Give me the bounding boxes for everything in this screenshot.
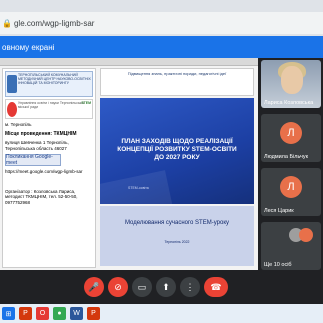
more-count: Ще 10 осіб (264, 262, 292, 268)
participant-name: Леся Царик (264, 208, 294, 214)
start-icon[interactable]: ⊞ (2, 307, 15, 320)
slide-top-text: Підвищення знань, практичні поради, педа… (100, 68, 254, 96)
url-text: gle.com/wgp-ligmb-sar (13, 18, 95, 28)
logo1-text: ТЕРНОПІЛЬСЬКИЙ КОМУНАЛЬНИЙ МЕТОДИЧНИЙ ЦЕ… (18, 73, 91, 85)
avatar: Л (280, 176, 302, 198)
more-participants-tile[interactable]: Ще 10 осіб (261, 222, 321, 270)
avatar: Л (280, 122, 302, 144)
address-text: вулиця Шевченка 1 Тернопіль, Тернопільсь… (5, 140, 69, 151)
participant-tile-kozlovska[interactable]: Лариса Козловська (261, 60, 321, 108)
camera-off-icon[interactable]: ⊘ (108, 277, 128, 297)
stem-plan-sub: STEM-освіта (128, 186, 149, 190)
chrome-icon[interactable]: ● (53, 307, 66, 320)
word-icon[interactable]: W (70, 307, 83, 320)
stem-plan-title: ПЛАН ЗАХОДІВ ЩОДО РЕАЛІЗАЦІЇ КОНЦЕПЦІЇ Р… (117, 138, 237, 161)
logo-mark-icon (7, 75, 17, 93)
banner-text: овному екрані (2, 42, 55, 52)
meet-url: https://meet.google.com/wgp-ligmb-sar (5, 169, 83, 174)
participant-tile-tsaryk[interactable]: Л Леся Царик (261, 168, 321, 216)
avatar-small (299, 228, 313, 242)
participant-name: Лариса Козловська (264, 100, 314, 106)
address-bar[interactable]: 🔒 gle.com/wgp-ligmb-sar (0, 12, 323, 34)
mic-off-icon[interactable]: 🎤 (84, 277, 104, 297)
lock-icon: 🔒 (2, 18, 12, 28)
stem-lesson-title: Моделювання сучасного STEM-уроку (124, 220, 230, 226)
end-call-button[interactable]: ☎ (204, 277, 228, 297)
meet-link-box[interactable]: Покликання Google-meet (5, 154, 61, 166)
stem-plan-card: ПЛАН ЗАХОДІВ ЩОДО РЕАЛІЗАЦІЇ КОНЦЕПЦІЇ Р… (100, 98, 254, 204)
face (281, 66, 303, 94)
logo2-text: Управління освіти і науки Тернопільської… (18, 101, 85, 109)
presentation-window: ТЕРНОПІЛЬСЬКИЙ КОМУНАЛЬНИЙ МЕТОДИЧНИЙ ЦЕ… (0, 58, 258, 270)
powerpoint-icon[interactable]: P (19, 307, 32, 320)
logo2-right: STEM (81, 101, 91, 105)
captions-icon[interactable]: ▭ (132, 277, 152, 297)
taskbar: ⊞ P O ● W P (0, 304, 323, 323)
participant-tile-bilchuk[interactable]: Л Людмила Більчук (261, 114, 321, 162)
crest-icon (7, 102, 17, 117)
participant-name: Людмила Більчук (264, 154, 309, 160)
meeting-controls: 🎤 ⊘ ▭ ⬆ ⋮ ☎ (0, 270, 323, 304)
present-icon[interactable]: ⬆ (156, 277, 176, 297)
powerpoint-icon-2[interactable]: P (87, 307, 100, 320)
opera-icon[interactable]: O (36, 307, 49, 320)
main-stage: ТЕРНОПІЛЬСЬКИЙ КОМУНАЛЬНИЙ МЕТОДИЧНИЙ ЦЕ… (0, 58, 258, 270)
ppt-ribbon (0, 58, 258, 66)
more-options-icon[interactable]: ⋮ (180, 277, 200, 297)
tkmcnim-logo: ТЕРНОПІЛЬСЬКИЙ КОМУНАЛЬНИЙ МЕТОДИЧНИЙ ЦЕ… (5, 71, 93, 97)
slide-left-panel: ТЕРНОПІЛЬСЬКИЙ КОМУНАЛЬНИЙ МЕТОДИЧНИЙ ЦЕ… (2, 68, 96, 268)
place-title: Місце проведення: ТКМЦНІМ (5, 130, 77, 137)
stem-lesson-sub: Тернопіль 2022 (164, 240, 190, 244)
meet-link-label: Покликання Google-meet (6, 154, 53, 166)
edu-dept-logo: Управління освіти і науки Тернопільської… (5, 99, 93, 119)
stem-lesson-card: Моделювання сучасного STEM-уроку Тернопі… (100, 206, 254, 266)
participants-panel: Лариса Козловська Л Людмила Більчук Л Ле… (258, 58, 323, 270)
browser-chrome: 🔒 gle.com/wgp-ligmb-sar овному екрані (0, 0, 323, 58)
organizer-text: Організатор : Козловська Лариса, методис… (5, 188, 78, 205)
slide-right-panel: Підвищення знань, практичні поради, педа… (100, 68, 254, 268)
place-label: Місце проведення: ТКМЦНІМ (5, 131, 93, 138)
presenting-banner: овному екрані (0, 36, 323, 58)
city-label: м. Тернопіль (5, 122, 32, 127)
